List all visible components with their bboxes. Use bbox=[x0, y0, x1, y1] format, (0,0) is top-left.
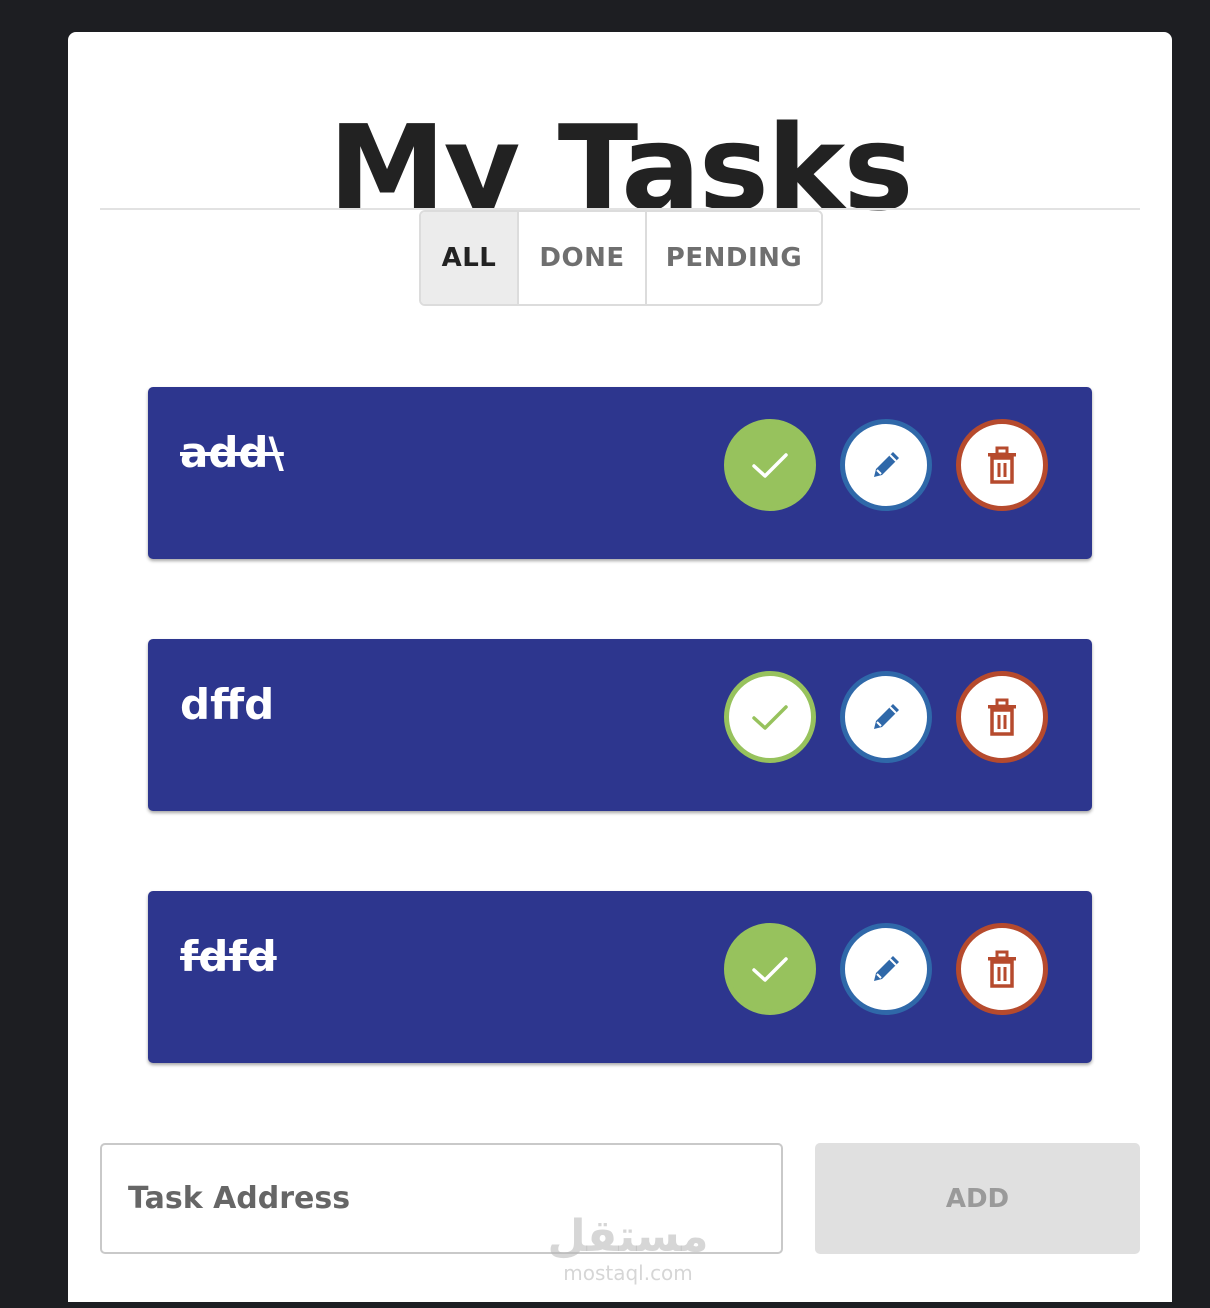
toggle-done-button[interactable] bbox=[724, 923, 816, 1015]
add-button[interactable]: ADD bbox=[815, 1143, 1140, 1254]
task-item: dffd bbox=[148, 639, 1092, 811]
watermark-latin: mostaql.com bbox=[563, 1261, 693, 1285]
task-text: fdfd bbox=[180, 932, 277, 981]
edit-button[interactable] bbox=[840, 671, 932, 763]
pencil-icon bbox=[874, 704, 899, 729]
check-icon bbox=[752, 453, 788, 478]
tab-all[interactable]: ALL bbox=[421, 212, 519, 304]
tab-pending[interactable]: PENDING bbox=[647, 212, 821, 304]
check-icon bbox=[752, 705, 788, 730]
task-text: add\ bbox=[180, 428, 284, 477]
delete-button[interactable] bbox=[956, 923, 1048, 1015]
edit-button[interactable] bbox=[840, 419, 932, 511]
toggle-done-button[interactable] bbox=[724, 419, 816, 511]
pencil-icon bbox=[874, 956, 899, 981]
trash-icon bbox=[988, 698, 1016, 736]
trash-icon bbox=[988, 950, 1016, 988]
task-text: dffd bbox=[180, 680, 275, 729]
delete-button[interactable] bbox=[956, 419, 1048, 511]
trash-icon bbox=[988, 446, 1016, 484]
edit-button[interactable] bbox=[840, 923, 932, 1015]
task-input[interactable] bbox=[100, 1143, 783, 1254]
tab-done[interactable]: DONE bbox=[519, 212, 647, 304]
pencil-icon bbox=[874, 452, 899, 477]
tasks-card: My Tasks ALL DONE PENDING add\ dffd fdfd… bbox=[68, 32, 1172, 1302]
filter-tabs: ALL DONE PENDING bbox=[419, 210, 823, 306]
task-item: add\ bbox=[148, 387, 1092, 559]
delete-button[interactable] bbox=[956, 671, 1048, 763]
toggle-done-button[interactable] bbox=[724, 671, 816, 763]
task-item: fdfd bbox=[148, 891, 1092, 1063]
check-icon bbox=[752, 957, 788, 982]
